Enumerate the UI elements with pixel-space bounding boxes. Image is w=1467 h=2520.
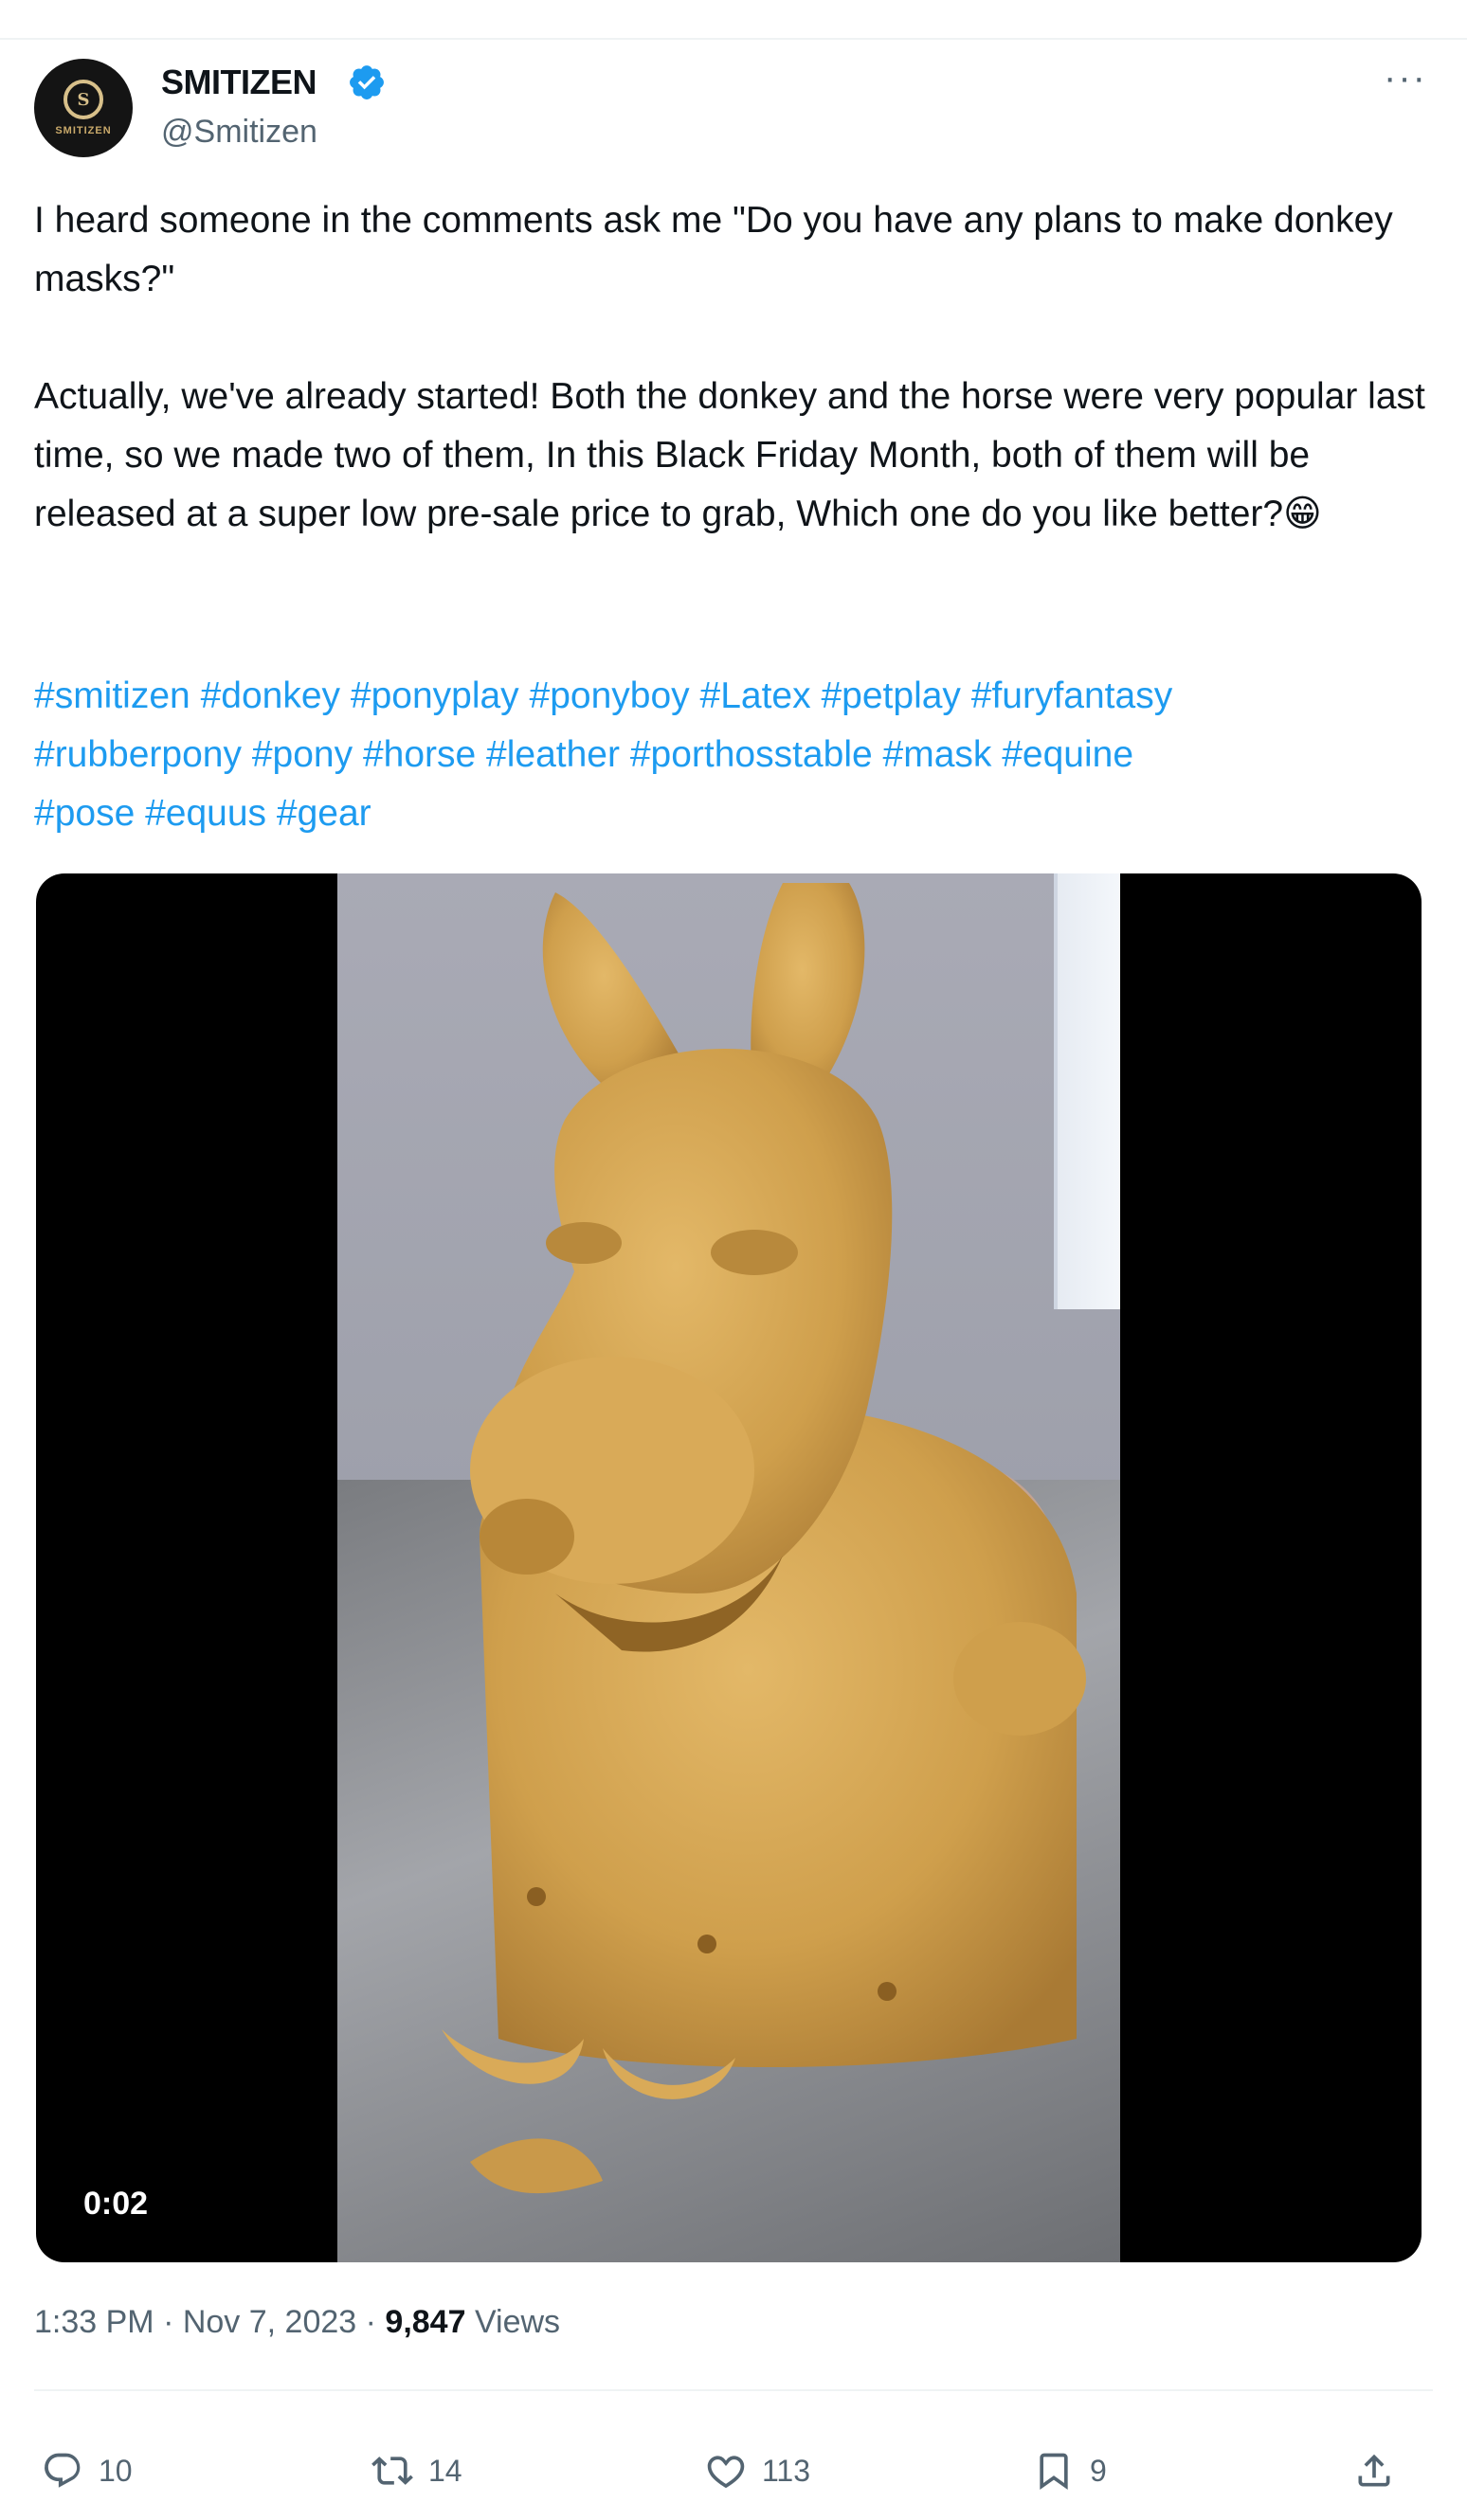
hashtag-link[interactable]: #donkey bbox=[201, 675, 340, 716]
bookmark-icon bbox=[1040, 2453, 1068, 2491]
hashtag-link[interactable]: #ponyboy bbox=[530, 675, 690, 716]
repost-count: 14 bbox=[428, 2453, 462, 2488]
tweet-date[interactable]: Nov 7, 2023 bbox=[183, 2304, 356, 2340]
donkey-sculpture-image bbox=[442, 883, 1086, 2194]
hashtag-link[interactable]: #horse bbox=[363, 734, 476, 775]
meta-separator: · bbox=[356, 2304, 386, 2340]
tweet-text: I heard someone in the comments ask me "… bbox=[34, 191, 1433, 544]
tweet-paragraph: Actually, we've already started! Both th… bbox=[34, 376, 1425, 534]
reply-button[interactable]: 10 bbox=[42, 2442, 133, 2499]
hashtag-link[interactable]: #ponyplay bbox=[351, 675, 519, 716]
hashtag-link[interactable]: #leather bbox=[486, 734, 620, 775]
user-handle[interactable]: @Smitizen bbox=[161, 114, 317, 151]
hashtag-link[interactable]: #smitizen bbox=[34, 675, 190, 716]
share-button[interactable] bbox=[1353, 2442, 1395, 2499]
meta-separator: · bbox=[154, 2304, 183, 2340]
logo-icon: S bbox=[63, 80, 103, 119]
tweet-time[interactable]: 1:33 PM bbox=[34, 2304, 154, 2340]
share-icon bbox=[1358, 2454, 1390, 2487]
tweet-meta: 1:33 PM · Nov 7, 2023 · 9,847 Views bbox=[34, 2304, 560, 2341]
hashtag-link[interactable]: #pose bbox=[34, 793, 135, 834]
hashtag-link[interactable]: #Latex bbox=[700, 675, 811, 716]
tweet-paragraph: I heard someone in the comments ask me "… bbox=[34, 200, 1393, 299]
display-name[interactable]: SMITIZEN bbox=[161, 63, 317, 102]
tweet-card: S SMITIZEN SMITIZEN @Smitizen ··· I hear… bbox=[0, 38, 1467, 2503]
action-bar: 10 14 113 9 bbox=[34, 2442, 1433, 2499]
hashtag-list: #smitizen #donkey #ponyplay #ponyboy #La… bbox=[34, 667, 1433, 843]
divider bbox=[34, 2389, 1433, 2391]
hashtag-link[interactable]: #equus bbox=[145, 793, 266, 834]
repost-icon bbox=[371, 2457, 413, 2485]
video-frame bbox=[337, 873, 1120, 2262]
like-button[interactable]: 113 bbox=[705, 2442, 810, 2499]
reply-count: 10 bbox=[99, 2453, 133, 2488]
hashtag-link[interactable]: #petplay bbox=[821, 675, 960, 716]
hashtag-link[interactable]: #equine bbox=[1002, 734, 1133, 775]
hashtag-link[interactable]: #mask bbox=[883, 734, 992, 775]
video-duration-badge: 0:02 bbox=[70, 2180, 162, 2228]
verified-badge-icon bbox=[350, 65, 384, 99]
heart-icon bbox=[707, 2456, 745, 2489]
repost-button[interactable]: 14 bbox=[371, 2442, 462, 2499]
reply-icon bbox=[45, 2453, 81, 2488]
like-count: 113 bbox=[762, 2453, 811, 2488]
hashtag-link[interactable]: #porthosstable bbox=[630, 734, 873, 775]
bookmark-button[interactable]: 9 bbox=[1033, 2442, 1107, 2499]
hashtag-link[interactable]: #gear bbox=[277, 793, 371, 834]
more-options-icon[interactable]: ··· bbox=[1384, 59, 1427, 97]
hashtag-link[interactable]: #furyfantasy bbox=[971, 675, 1172, 716]
views-count: 9,847 bbox=[385, 2304, 466, 2340]
hashtag-link[interactable]: #pony bbox=[252, 734, 353, 775]
avatar-logo-text: SMITIZEN bbox=[55, 125, 112, 136]
avatar[interactable]: S SMITIZEN bbox=[34, 59, 133, 157]
hashtag-link[interactable]: #rubberpony bbox=[34, 734, 242, 775]
views-label: Views bbox=[474, 2304, 561, 2340]
video-player[interactable]: 0:02 bbox=[36, 873, 1422, 2262]
bookmark-count: 9 bbox=[1090, 2453, 1107, 2488]
